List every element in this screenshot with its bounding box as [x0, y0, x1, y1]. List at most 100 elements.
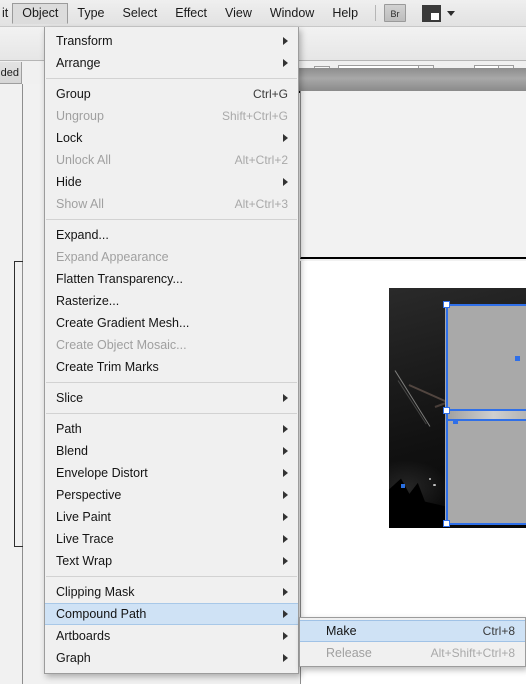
menu-item-blend[interactable]: Blend	[45, 440, 298, 462]
menu-item-label: Expand...	[56, 228, 109, 242]
submenu-arrow-icon	[283, 59, 288, 67]
photo-blue-marker	[401, 484, 405, 488]
menu-item-label: Live Paint	[56, 510, 111, 524]
menu-item-label: Envelope Distort	[56, 466, 148, 480]
menubar-item-object[interactable]: Object	[12, 3, 69, 24]
menu-item-label: Rasterize...	[56, 294, 120, 308]
menu-item-label: Path	[56, 422, 82, 436]
menu-item-shortcut: Ctrl+G	[252, 87, 288, 101]
menu-item-label: Create Object Mosaic...	[56, 338, 187, 352]
canvas-scroll-area[interactable]	[300, 91, 526, 259]
menu-separator	[46, 413, 297, 414]
photo-silhouette	[389, 478, 449, 528]
menu-item-transform[interactable]: Transform	[45, 30, 298, 52]
menubar-item-view[interactable]: View	[216, 3, 261, 24]
menu-item-shortcut: Shift+Ctrl+G	[221, 109, 288, 123]
submenu-arrow-icon	[283, 513, 288, 521]
menu-item-label: Expand Appearance	[56, 250, 169, 264]
menu-item-label: Live Trace	[56, 532, 114, 546]
menubar-item-edit-clipped[interactable]: it	[0, 3, 12, 24]
menu-item-create-object-mosaic: Create Object Mosaic...	[45, 334, 298, 356]
menu-item-label: Unlock All	[56, 153, 111, 167]
menubar-item-window[interactable]: Window	[261, 3, 323, 24]
submenu-arrow-icon	[283, 491, 288, 499]
menu-item-label: Slice	[56, 391, 84, 405]
menu-item-shortcut: Alt+Ctrl+3	[234, 197, 288, 211]
panel-collapse-bracket[interactable]	[14, 261, 23, 547]
selection-anchor[interactable]	[443, 301, 450, 308]
compound-shape-upper[interactable]	[445, 304, 526, 410]
menu-item-path[interactable]: Path	[45, 418, 298, 440]
menu-item-flatten-transparency[interactable]: Flatten Transparency...	[45, 268, 298, 290]
submenu-arrow-icon	[283, 178, 288, 186]
menu-item-live-trace[interactable]: Live Trace	[45, 528, 298, 550]
menu-item-shortcut: Alt+Ctrl+2	[234, 153, 288, 167]
submenu-arrow-icon	[283, 610, 288, 618]
submenu-item-make[interactable]: Make Ctrl+8	[300, 620, 525, 642]
canvas-top-strip	[297, 68, 526, 93]
menu-item-label: Group	[56, 87, 91, 101]
selection-anchor[interactable]	[443, 520, 450, 527]
photo-streak	[394, 370, 431, 427]
submenu-arrow-icon	[283, 447, 288, 455]
menu-item-label: Perspective	[56, 488, 122, 502]
menu-item-label: Lock	[56, 131, 83, 145]
artwork-selection[interactable]	[389, 288, 526, 528]
menubar-item-select[interactable]: Select	[114, 3, 167, 24]
submenu-arrow-icon	[283, 632, 288, 640]
menubar-item-effect[interactable]: Effect	[166, 3, 216, 24]
menu-item-expand[interactable]: Expand...	[45, 224, 298, 246]
arrange-documents-button[interactable]	[422, 4, 456, 22]
submenu-item-release: Release Alt+Shift+Ctrl+8	[300, 642, 525, 664]
menu-bar: it Object Type Select Effect View Window…	[0, 0, 526, 27]
submenu-arrow-icon	[283, 394, 288, 402]
menu-item-ungroup: Ungroup Shift+Ctrl+G	[45, 105, 298, 127]
submenu-item-label: Release	[326, 646, 372, 660]
compound-shape-bar[interactable]	[445, 410, 526, 419]
selection-anchor-solid[interactable]	[453, 419, 458, 424]
selection-anchor[interactable]	[443, 407, 450, 414]
menu-item-label: Ungroup	[56, 109, 104, 123]
menu-item-group[interactable]: Group Ctrl+G	[45, 83, 298, 105]
submenu-arrow-icon	[283, 469, 288, 477]
selection-edge-mid-bottom	[446, 419, 526, 421]
chevron-down-icon	[447, 10, 456, 16]
menu-item-perspective[interactable]: Perspective	[45, 484, 298, 506]
menu-separator	[46, 382, 297, 383]
menu-item-label: Create Trim Marks	[56, 360, 159, 374]
document-tab[interactable]: ded	[0, 62, 22, 84]
menu-item-unlock-all: Unlock All Alt+Ctrl+2	[45, 149, 298, 171]
photo-speck	[433, 484, 436, 486]
menubar-item-help[interactable]: Help	[323, 3, 367, 24]
submenu-arrow-icon	[283, 37, 288, 45]
menu-separator	[46, 78, 297, 79]
selection-anchor-solid[interactable]	[515, 356, 520, 361]
menu-item-clipping-mask[interactable]: Clipping Mask	[45, 581, 298, 603]
menu-item-label: Compound Path	[56, 607, 147, 621]
menu-item-hide[interactable]: Hide	[45, 171, 298, 193]
submenu-arrow-icon	[283, 134, 288, 142]
menu-item-rasterize[interactable]: Rasterize...	[45, 290, 298, 312]
submenu-item-shortcut: Ctrl+8	[482, 624, 515, 638]
submenu-item-shortcut: Alt+Shift+Ctrl+8	[430, 646, 515, 660]
photo-speck	[429, 478, 431, 480]
menu-item-expand-appearance: Expand Appearance	[45, 246, 298, 268]
menu-item-compound-path[interactable]: Compound Path	[45, 603, 298, 625]
menu-item-label: Blend	[56, 444, 88, 458]
compound-shape-lower[interactable]	[445, 419, 526, 525]
menubar-item-type[interactable]: Type	[68, 3, 113, 24]
menu-item-create-trim-marks[interactable]: Create Trim Marks	[45, 356, 298, 378]
menu-item-artboards[interactable]: Artboards	[45, 625, 298, 647]
menu-item-graph[interactable]: Graph	[45, 647, 298, 669]
menu-item-text-wrap[interactable]: Text Wrap	[45, 550, 298, 572]
menu-item-label: Show All	[56, 197, 104, 211]
menu-item-slice[interactable]: Slice	[45, 387, 298, 409]
menu-item-live-paint[interactable]: Live Paint	[45, 506, 298, 528]
menu-item-lock[interactable]: Lock	[45, 127, 298, 149]
menu-item-label: Create Gradient Mesh...	[56, 316, 190, 330]
menu-item-arrange[interactable]: Arrange	[45, 52, 298, 74]
menu-item-create-gradient-mesh[interactable]: Create Gradient Mesh...	[45, 312, 298, 334]
menu-item-envelope-distort[interactable]: Envelope Distort	[45, 462, 298, 484]
bridge-button[interactable]: Br	[384, 4, 407, 22]
menu-item-label: Transform	[56, 34, 113, 48]
